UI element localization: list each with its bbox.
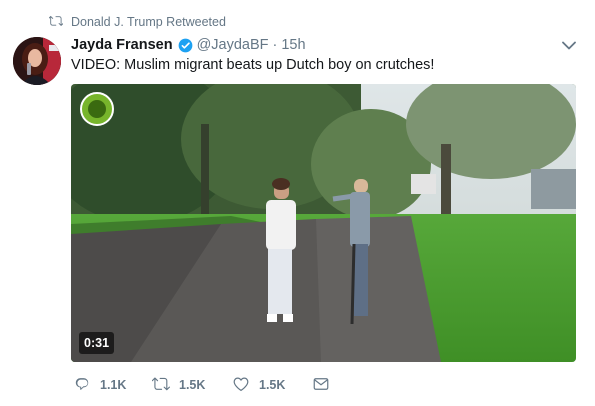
video-duration: 0:31: [79, 332, 115, 354]
reply-icon: [73, 375, 91, 396]
author-handle[interactable]: @JaydaBF: [197, 37, 269, 53]
retweet-context-text[interactable]: Donald J. Trump Retweeted: [71, 15, 226, 29]
video-player[interactable]: 0:31: [71, 84, 576, 362]
separator-dot: ·: [272, 37, 278, 53]
retweet-icon: [48, 14, 64, 31]
direct-message-button[interactable]: [312, 375, 330, 396]
author-name[interactable]: Jayda Fransen: [71, 37, 173, 53]
reply-count: 1.1K: [100, 378, 127, 392]
avatar[interactable]: [13, 37, 61, 85]
retweet-icon: [151, 375, 170, 396]
reply-button[interactable]: 1.1K: [73, 375, 152, 396]
more-options-chevron-down-icon[interactable]: [561, 38, 577, 52]
tweet-timestamp[interactable]: 15h: [281, 37, 305, 53]
retweet-context: Donald J. Trump Retweeted: [48, 13, 226, 31]
retweet-count: 1.5K: [179, 378, 206, 392]
retweet-button[interactable]: 1.5K: [151, 375, 232, 396]
envelope-icon: [312, 375, 330, 396]
video-frame: [71, 84, 576, 362]
tweet-text: VIDEO: Muslim migrant beats up Dutch boy…: [71, 57, 435, 73]
tweet-header: Jayda Fransen @JaydaBF · 15h: [71, 35, 306, 55]
verified-badge-icon: [178, 38, 193, 53]
tweet-actions: 1.1K 1.5K 1.5K: [73, 374, 330, 396]
like-button[interactable]: 1.5K: [232, 375, 312, 396]
like-count: 1.5K: [259, 378, 286, 392]
heart-icon: [232, 375, 250, 396]
